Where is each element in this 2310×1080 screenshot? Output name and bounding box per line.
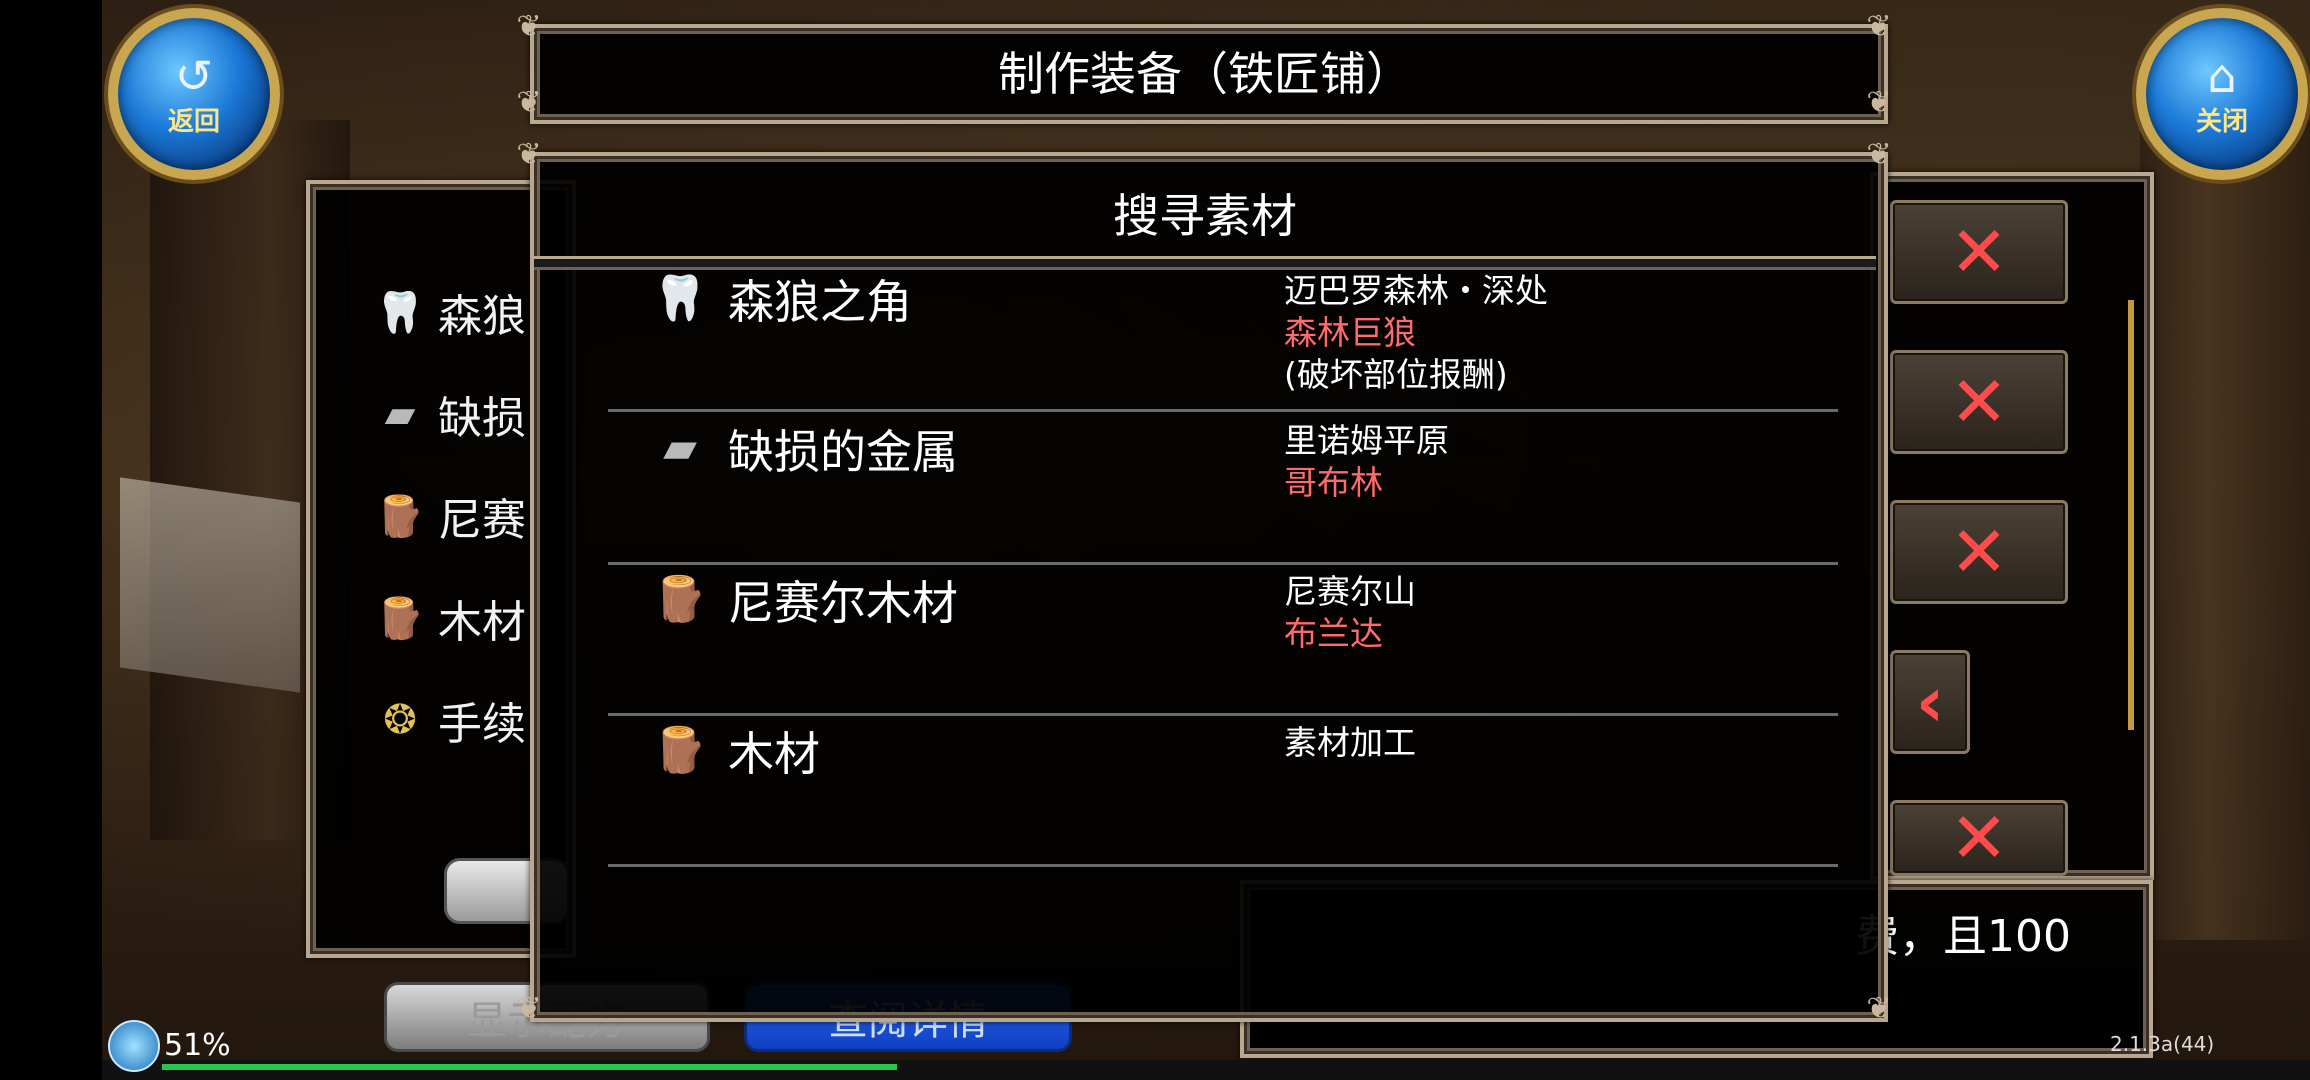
location-place: 里诺姆平原 [1284,421,1449,460]
material-location: 里诺姆平原 哥布林 [1284,420,1449,504]
material-row[interactable]: ▰ 缺损的金属 里诺姆平原 哥布林 [608,414,1838,565]
location-place: 尼赛尔山 [1284,572,1416,611]
page-title: 制作装备（铁匠铺） [998,47,1412,101]
close-label: 关闭 [2195,106,2248,137]
loading-progress [162,1064,897,1070]
close-button[interactable]: ⌂ 关闭 [2136,8,2308,180]
status-bar [102,1060,2310,1080]
list-item-label: 木材 [438,597,526,648]
dialog-title: 搜寻素材 [1113,189,1297,243]
location-enemy: 森林巨狼 [1284,313,1416,352]
battery-percent: 51% [164,1028,231,1063]
location-place: 迈巴罗森林・深处 [1284,271,1548,310]
material-location: 尼赛尔山 布兰达 [1284,571,1416,655]
window-light [120,477,300,693]
location-place: 素材加工 [1284,723,1416,762]
metal-ingot-icon: ▰ [663,422,697,473]
sync-icon [108,1020,160,1072]
material-name: 木材 [728,727,820,781]
wood-log-icon: 🪵 [375,595,425,642]
bookshelf-right [2140,120,2310,940]
material-name: 尼赛尔木材 [728,576,958,630]
wood-log-icon: 🪵 [652,725,708,776]
fang-icon: 🦷 [652,273,708,324]
wood-log-icon: 🪵 [652,574,708,625]
ornament-icon: ❦ [516,137,542,172]
material-name: 森狼之角 [728,275,912,329]
home-icon: ⌂ [2207,48,2237,103]
back-label: 返回 [167,106,220,137]
remove-button[interactable]: ✕ [1890,500,2068,604]
remove-button[interactable]: ✕ [1890,350,2068,454]
material-location: 素材加工 [1284,722,1416,764]
material-row[interactable]: 🦷 森狼之角 迈巴罗森林・深处 森林巨狼 (破坏部位报酬) [608,264,1838,412]
location-enemy: 布兰达 [1284,614,1383,653]
list-item-label: 尼赛 [438,495,526,546]
remove-button[interactable]: ✕ [1890,797,2068,879]
material-location: 迈巴罗森林・深处 森林巨狼 (破坏部位报酬) [1284,270,1548,396]
back-button[interactable]: ↺ 返回 [108,8,280,180]
wood-log-icon: 🪵 [375,493,425,540]
metal-ingot-icon: ▰ [384,391,416,437]
ornament-icon: ❦ [1866,991,1892,1026]
fang-icon: 🦷 [375,289,425,336]
remove-button[interactable]: ✕ [1890,200,2068,304]
location-enemy: 哥布林 [1284,463,1383,502]
ornament-icon: ❦ [1866,137,1892,172]
list-item-label: 手续 [438,699,526,750]
back-arrow-icon: ↺ [174,48,214,103]
scrollbar[interactable] [2128,300,2134,730]
material-name: 缺损的金属 [728,425,958,479]
location-note: (破坏部位报酬) [1284,355,1508,394]
list-item-label: 缺损 [438,393,526,444]
list-item-label: 森狼 [438,291,526,342]
material-row[interactable]: 🪵 木材 素材加工 [608,716,1838,867]
ornament-icon: ❦ [516,991,542,1026]
coins-icon: ❂ [383,697,417,743]
collapse-button[interactable]: ‹ [1890,650,1970,754]
version-label: 2.1.3a(44) [2110,1032,2215,1056]
material-row[interactable]: 🪵 尼赛尔木材 尼赛尔山 布兰达 [608,565,1838,716]
